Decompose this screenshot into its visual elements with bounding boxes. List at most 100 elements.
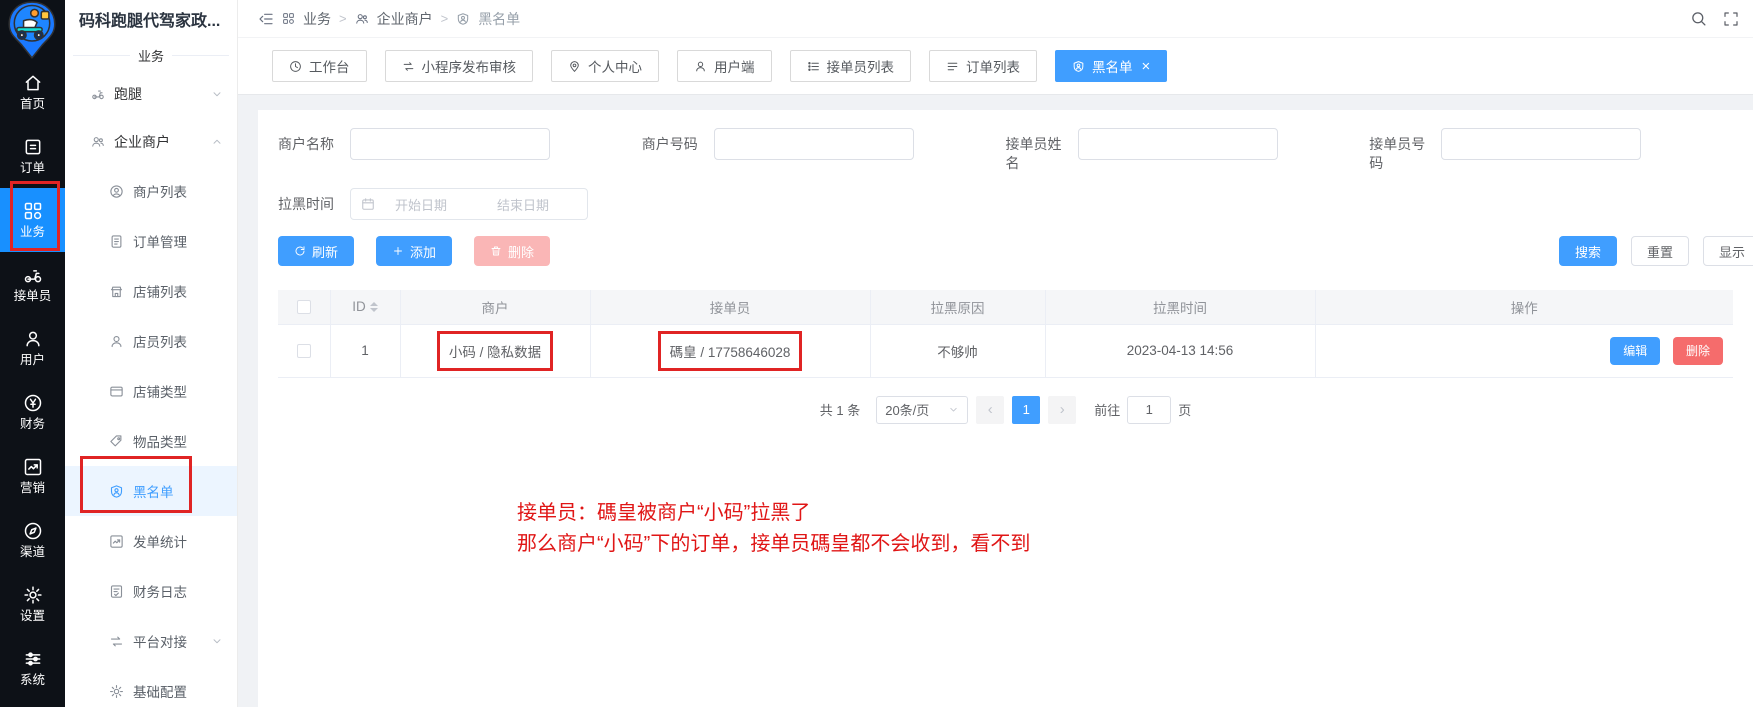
grid-icon xyxy=(282,12,295,25)
sidebar-item-label: 基础配置 xyxy=(133,681,187,701)
button-label: 删除 xyxy=(1686,342,1710,359)
sidebar-item-label: 订单管理 xyxy=(133,231,187,251)
sidebar-item-merchant-list[interactable]: 商户列表 xyxy=(65,166,237,216)
search-icon[interactable] xyxy=(1690,10,1707,27)
rail-item-label: 订单 xyxy=(20,162,45,175)
app-logo[interactable] xyxy=(0,0,65,60)
courier-highlight-box: 碼皇 / 17758646028 xyxy=(658,331,803,371)
sidebar-group-merchant[interactable]: 企业商户 xyxy=(65,118,237,166)
sidebar-item-label: 平台对接 xyxy=(133,631,187,651)
button-label: 刷新 xyxy=(312,242,338,261)
goto-page-input[interactable] xyxy=(1127,396,1171,424)
courier-phone-input[interactable] xyxy=(1441,128,1641,160)
courier-name-input[interactable] xyxy=(1078,128,1278,160)
rail-item-home[interactable]: 首页 xyxy=(0,60,65,124)
col-header-time: 拉黑时间 xyxy=(1045,290,1315,324)
tab-courier-list[interactable]: 接单员列表 xyxy=(790,50,912,82)
sort-asc-icon xyxy=(370,298,378,306)
rail-item-business[interactable]: 业务 xyxy=(0,188,65,252)
sidebar-item-dispatch-stats[interactable]: 发单统计 xyxy=(65,516,237,566)
sidebar-item-label: 店员列表 xyxy=(133,331,187,351)
rail-item-orders[interactable]: 订单 xyxy=(0,124,65,188)
current-page[interactable]: 1 xyxy=(1012,396,1040,424)
merchant-name-input[interactable] xyxy=(350,128,550,160)
cell-time: 2023-04-13 14:56 xyxy=(1045,324,1315,377)
tab-miniapp-review[interactable]: 小程序发布审核 xyxy=(385,50,534,82)
refresh-button[interactable]: 刷新 xyxy=(278,236,354,266)
edit-button[interactable]: 编辑 xyxy=(1610,337,1660,365)
tab-label: 接单员列表 xyxy=(827,56,895,76)
select-all-checkbox[interactable] xyxy=(297,300,311,314)
chevron-down-icon xyxy=(211,635,223,647)
scooter-icon xyxy=(23,265,43,285)
delete-button-disabled[interactable]: 删除 xyxy=(474,236,550,266)
block-time-range-picker[interactable]: 开始日期 结束日期 xyxy=(350,188,588,220)
rail-item-users[interactable]: 用户 xyxy=(0,316,65,380)
tab-user-client[interactable]: 用户端 xyxy=(677,50,772,82)
sidebar-item-base-config[interactable]: 基础配置 xyxy=(65,666,237,707)
prev-page-button[interactable]: ‹ xyxy=(976,396,1004,424)
sidebar-item-goods-type[interactable]: 物品类型 xyxy=(65,416,237,466)
table-header-row: ID 商户 接单员 拉黑原因 拉黑时间 操作 xyxy=(278,290,1733,324)
breadcrumb-separator: > xyxy=(441,11,449,26)
display-columns-button[interactable]: 显示 xyxy=(1703,236,1753,266)
swap-icon xyxy=(402,60,415,73)
content-area: 商户名称 商户号码 接单员姓名 接单员号码 xyxy=(238,95,1753,707)
sidebar-group-errand[interactable]: 跑腿 xyxy=(65,70,237,118)
breadcrumb-separator: > xyxy=(339,11,347,26)
row-checkbox[interactable] xyxy=(297,344,311,358)
document-icon xyxy=(109,234,124,249)
sidebar-item-label: 物品类型 xyxy=(133,431,187,451)
col-header-courier: 接单员 xyxy=(590,290,870,324)
sidebar-item-clerk-list[interactable]: 店员列表 xyxy=(65,316,237,366)
people-icon xyxy=(91,135,105,149)
annotation-line-2: 那么商户“小码”下的订单，接单员碼皇都不会收到，看不到 xyxy=(517,529,1030,560)
search-button[interactable]: 搜索 xyxy=(1559,236,1617,266)
tab-label: 个人中心 xyxy=(588,56,642,76)
filter-row-1: 商户名称 商户号码 接单员姓名 接单员号码 xyxy=(278,128,1733,180)
reset-button[interactable]: 重置 xyxy=(1631,236,1689,266)
rail-item-settings[interactable]: 设置 xyxy=(0,572,65,636)
fullscreen-icon[interactable] xyxy=(1723,11,1739,27)
button-label: 显示 xyxy=(1719,242,1745,261)
merchant-phone-input[interactable] xyxy=(714,128,914,160)
lines-icon xyxy=(946,60,959,73)
courier-phone-label: 接单员号码 xyxy=(1369,128,1431,173)
rail-item-channels[interactable]: 渠道 xyxy=(0,508,65,572)
sidebar-item-order-mgmt[interactable]: 订单管理 xyxy=(65,216,237,266)
collapse-sidebar-icon[interactable] xyxy=(258,11,274,27)
sidebar-item-platform-connect[interactable]: 平台对接 xyxy=(65,616,237,666)
row-delete-button[interactable]: 删除 xyxy=(1673,337,1723,365)
sidebar-section-header: 业务 xyxy=(65,40,237,70)
secondary-sidebar: 码科跑腿代驾家政... 业务 跑腿 企业商户 商户列表 订单管理 店铺列表 xyxy=(65,0,238,707)
rail-item-finance[interactable]: 财务 xyxy=(0,380,65,444)
rail-item-label: 系统 xyxy=(20,674,45,687)
breadcrumb-merchant[interactable]: 企业商户 xyxy=(377,9,433,29)
sidebar-item-shop-list[interactable]: 店铺列表 xyxy=(65,266,237,316)
app-root: 首页 订单 业务 接单员 用户 财务 营销 渠道 xyxy=(0,0,1753,707)
sidebar-item-finance-log[interactable]: 财务日志 xyxy=(65,566,237,616)
cell-ops: 编辑 删除 xyxy=(1315,324,1733,377)
block-time-label: 拉黑时间 xyxy=(278,195,340,214)
next-page-button[interactable]: › xyxy=(1048,396,1076,424)
pagination: 共 1 条 20条/页 ‹ 1 › 前往 页 xyxy=(278,396,1733,424)
rail-item-couriers[interactable]: 接单员 xyxy=(0,252,65,316)
close-tab-icon[interactable]: × xyxy=(1142,59,1151,74)
page-size-select[interactable]: 20条/页 xyxy=(876,396,968,424)
start-date-placeholder: 开始日期 xyxy=(395,195,447,214)
add-button[interactable]: 添加 xyxy=(376,236,452,266)
breadcrumb: 业务 > 企业商户 > 黑名单 xyxy=(258,9,520,29)
tab-personal-center[interactable]: 个人中心 xyxy=(551,50,659,82)
breadcrumb-business[interactable]: 业务 xyxy=(303,9,331,29)
rail-item-label: 用户 xyxy=(20,354,45,367)
chevron-down-icon xyxy=(211,88,223,100)
tab-workbench[interactable]: 工作台 xyxy=(272,50,367,82)
yen-circle-icon xyxy=(23,393,43,413)
sidebar-item-blacklist[interactable]: 黑名单 xyxy=(65,466,237,516)
rail-item-system[interactable]: 系统 xyxy=(0,636,65,700)
tab-order-list[interactable]: 订单列表 xyxy=(929,50,1037,82)
rail-item-marketing[interactable]: 营销 xyxy=(0,444,65,508)
sort-control[interactable] xyxy=(370,298,378,316)
sidebar-item-shop-type[interactable]: 店铺类型 xyxy=(65,366,237,416)
tab-blacklist[interactable]: 黑名单 × xyxy=(1055,50,1167,82)
